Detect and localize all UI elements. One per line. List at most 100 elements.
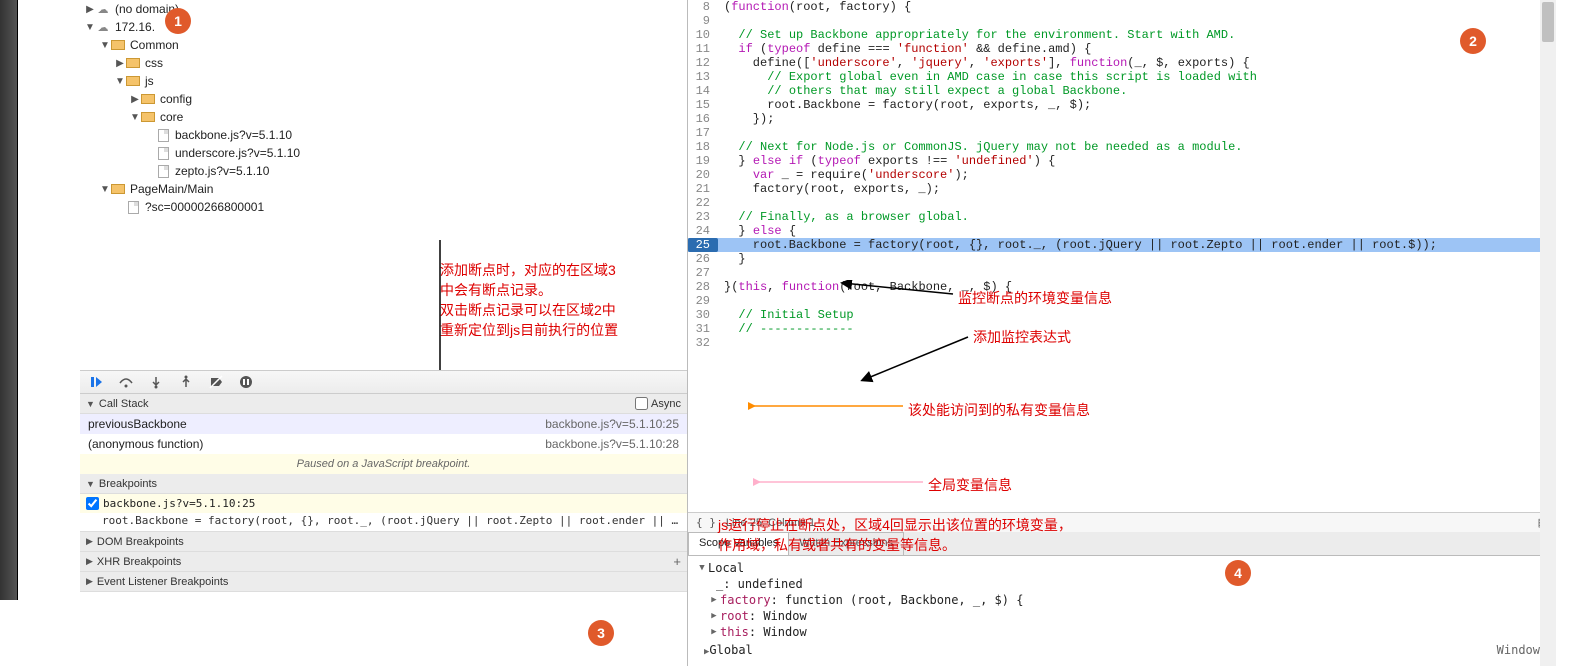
add-xhr-button[interactable]: + (673, 554, 681, 569)
code-line[interactable]: 18 // Next for Node.js or CommonJS. jQue… (688, 140, 1556, 154)
annotation-global: 全局变量信息 (928, 475, 1012, 495)
tree-config[interactable]: ▶config (80, 90, 687, 108)
label: Breakpoints (99, 478, 157, 490)
breakpoint-checkbox[interactable] (86, 497, 99, 510)
code-line[interactable]: 13 // Export global even in AMD case in … (688, 70, 1556, 84)
deactivate-breakpoints-button[interactable] (208, 374, 224, 390)
editor-scrollbar[interactable] (1540, 0, 1556, 666)
line-number[interactable]: 18 (688, 140, 718, 154)
tree-file-sc[interactable]: ?sc=00000266800001 (80, 198, 687, 216)
step-over-button[interactable] (118, 374, 134, 390)
val: : Window (749, 608, 807, 624)
code-line[interactable]: 30 // Initial Setup (688, 308, 1556, 322)
line-number[interactable]: 9 (688, 14, 718, 28)
code-line[interactable]: 12 define(['underscore', 'jquery', 'expo… (688, 56, 1556, 70)
line-number[interactable]: 13 (688, 70, 718, 84)
tree-file-backbone[interactable]: backbone.js?v=5.1.10 (80, 126, 687, 144)
label: DOM Breakpoints (97, 536, 184, 548)
code-line[interactable]: 27 (688, 266, 1556, 280)
code-line[interactable]: 15 root.Backbone = factory(root, exports… (688, 98, 1556, 112)
code-line[interactable]: 14 // others that may still expect a glo… (688, 84, 1556, 98)
code-line[interactable]: 26 } (688, 252, 1556, 266)
label: underscore.js?v=5.1.10 (175, 146, 300, 160)
annotation-1: 添加断点时，对应的在区域3 中会有断点记录。 双击断点记录可以在区域2中 重新定… (440, 260, 618, 340)
line-number[interactable]: 28 (688, 280, 718, 294)
line-number[interactable]: 24 (688, 224, 718, 238)
tree-js[interactable]: ▼js (80, 72, 687, 90)
scope-global[interactable]: ▶GlobalWindow (696, 640, 1548, 662)
code-line[interactable]: 21 factory(root, exports, _); (688, 182, 1556, 196)
callstack-row[interactable]: (anonymous function)backbone.js?v=5.1.10… (80, 434, 687, 454)
step-into-button[interactable] (148, 374, 164, 390)
code-line[interactable]: 9 (688, 14, 1556, 28)
val: : function (root, Backbone, _, $) { (771, 592, 1024, 608)
tree-common[interactable]: ▼Common (80, 36, 687, 54)
scope-local[interactable]: ▼Local (696, 560, 1548, 576)
line-number[interactable]: 17 (688, 126, 718, 140)
tree-core[interactable]: ▼core (80, 108, 687, 126)
code-editor[interactable]: 8(function(root, factory) {910 // Set up… (688, 0, 1556, 512)
line-number[interactable]: 23 (688, 210, 718, 224)
event-listener-breakpoints-header[interactable]: ▶Event Listener Breakpoints (80, 572, 687, 592)
code-line[interactable]: 31 // ------------- (688, 322, 1556, 336)
code-content (718, 294, 1556, 308)
line-number[interactable]: 8 (688, 0, 718, 14)
line-number[interactable]: 14 (688, 84, 718, 98)
code-line[interactable]: 11 if (typeof define === 'function' && d… (688, 42, 1556, 56)
scope-var[interactable]: _: undefined (696, 576, 1548, 592)
resume-button[interactable] (88, 374, 104, 390)
scope-var[interactable]: ▶root: Window (696, 608, 1548, 624)
code-line[interactable]: 22 (688, 196, 1556, 210)
line-number[interactable]: 26 (688, 252, 718, 266)
line-number[interactable]: 10 (688, 28, 718, 42)
code-line[interactable]: 17 (688, 126, 1556, 140)
code-line[interactable]: 10 // Set up Backbone appropriately for … (688, 28, 1556, 42)
line-number[interactable]: 27 (688, 266, 718, 280)
code-line[interactable]: 16 }); (688, 112, 1556, 126)
line-number[interactable]: 22 (688, 196, 718, 210)
tree-pagemain[interactable]: ▼PageMain/Main (80, 180, 687, 198)
line-number[interactable]: 15 (688, 98, 718, 112)
pause-exceptions-button[interactable] (238, 374, 254, 390)
callstack-header[interactable]: ▼Call StackAsync (80, 394, 687, 414)
line-number[interactable]: 21 (688, 182, 718, 196)
label: Common (130, 38, 179, 52)
step-out-button[interactable] (178, 374, 194, 390)
code-line[interactable]: 24 } else { (688, 224, 1556, 238)
dom-breakpoints-header[interactable]: ▶DOM Breakpoints (80, 532, 687, 552)
code-line[interactable]: 20 var _ = require('underscore'); (688, 168, 1556, 182)
line-number[interactable]: 19 (688, 154, 718, 168)
line-number[interactable]: 20 (688, 168, 718, 182)
line-number[interactable]: 12 (688, 56, 718, 70)
code-line[interactable]: 28}(this, function(root, Backbone, _, $)… (688, 280, 1556, 294)
breakpoints-header[interactable]: ▼Breakpoints (80, 474, 687, 494)
line-number[interactable]: 16 (688, 112, 718, 126)
breakpoint-row[interactable]: backbone.js?v=5.1.10:25 (80, 494, 687, 513)
code-line[interactable]: 32 (688, 336, 1556, 350)
xhr-breakpoints-header[interactable]: ▶XHR Breakpoints+ (80, 552, 687, 572)
code-content: var _ = require('underscore'); (718, 168, 1556, 182)
tree-file-zepto[interactable]: zepto.js?v=5.1.10 (80, 162, 687, 180)
scope-var[interactable]: ▶this: Window (696, 624, 1548, 640)
tree-css[interactable]: ▶css (80, 54, 687, 72)
scope-var[interactable]: ▶factory: function (root, Backbone, _, $… (696, 592, 1548, 608)
code-line[interactable]: 8(function(root, factory) { (688, 0, 1556, 14)
code-content: define(['underscore', 'jquery', 'exports… (718, 56, 1556, 70)
line-number[interactable]: 31 (688, 322, 718, 336)
async-checkbox[interactable] (635, 397, 648, 410)
tree-file-underscore[interactable]: underscore.js?v=5.1.10 (80, 144, 687, 162)
line-number[interactable]: 32 (688, 336, 718, 350)
line-number[interactable]: 25 (688, 238, 718, 252)
line-number[interactable]: 11 (688, 42, 718, 56)
code-line[interactable]: 23 // Finally, as a browser global. (688, 210, 1556, 224)
pretty-print-button[interactable]: { } (696, 516, 716, 529)
callstack-row[interactable]: previousBackbonebackbone.js?v=5.1.10:25 (80, 414, 687, 434)
line-number[interactable]: 29 (688, 294, 718, 308)
frame-loc: backbone.js?v=5.1.10:25 (545, 417, 679, 431)
code-line[interactable]: 25 root.Backbone = factory(root, {}, roo… (688, 238, 1556, 252)
code-line[interactable]: 19 } else if (typeof exports !== 'undefi… (688, 154, 1556, 168)
line-number[interactable]: 30 (688, 308, 718, 322)
code-line[interactable]: 29 (688, 294, 1556, 308)
async-label: Async (651, 398, 681, 410)
label: Local (708, 560, 744, 576)
